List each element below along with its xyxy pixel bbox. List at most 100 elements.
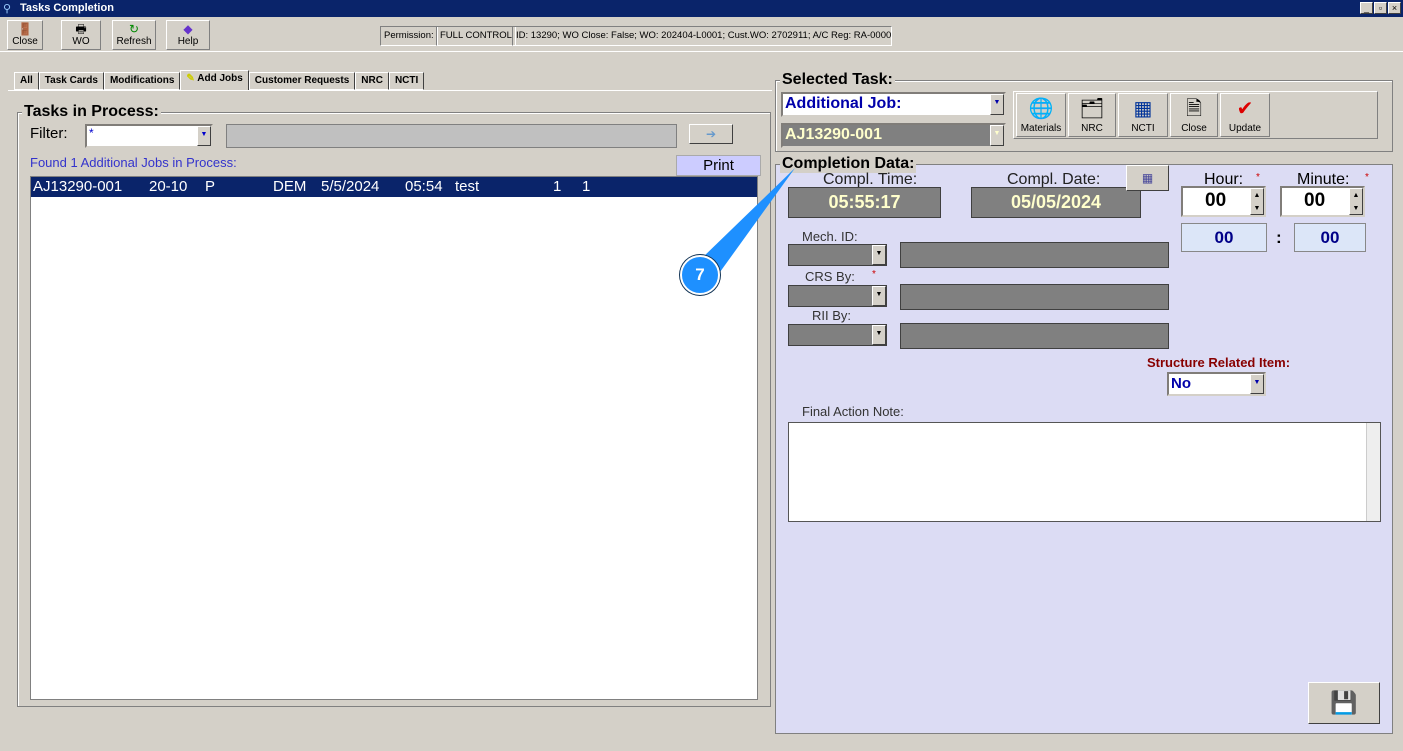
callout-pointer-shape bbox=[700, 168, 795, 272]
row-by: DEM bbox=[273, 178, 307, 195]
close-label: Close bbox=[12, 36, 38, 47]
import-sheet-icon: ▦ bbox=[1133, 98, 1153, 120]
help-book-icon: ◆ bbox=[183, 22, 193, 36]
tab-bar: All Task Cards Modifications ✎ Add Jobs … bbox=[14, 70, 425, 90]
chevron-down-icon[interactable]: ▼ bbox=[197, 126, 211, 146]
minute-required-mark: * bbox=[1365, 172, 1369, 183]
calendar-icon: ▦ bbox=[1141, 171, 1154, 185]
spinner-arrows-icon[interactable]: ▲ ▼ bbox=[1349, 188, 1363, 215]
task-type-combo[interactable]: Additional Job: ▼ bbox=[781, 92, 1006, 117]
structure-related-value: No bbox=[1171, 375, 1191, 392]
note-scrollbar[interactable] bbox=[1366, 423, 1380, 521]
rii-by-combo[interactable]: ▼ bbox=[788, 324, 887, 346]
wo-label: WO bbox=[72, 36, 90, 47]
tasks-list[interactable]: AJ13290-001 20-10 P DEM 5/5/2024 05:54 t… bbox=[30, 176, 758, 700]
update-label: Update bbox=[1228, 123, 1262, 134]
filter-combo[interactable]: * ▼ bbox=[85, 124, 213, 148]
update-button[interactable]: ✔ Update bbox=[1220, 93, 1270, 137]
title-bar: Tasks Completion bbox=[0, 0, 1403, 17]
close-window-button[interactable]: × bbox=[1388, 2, 1401, 14]
status-info: ID: 13290; WO Close: False; WO: 202404-L… bbox=[512, 26, 892, 46]
row-status: P bbox=[205, 178, 216, 195]
folder-docs-icon: 🗂 bbox=[1079, 98, 1105, 120]
rii-name-field bbox=[900, 323, 1169, 349]
clipboard-check-icon: ✔ bbox=[1236, 98, 1254, 120]
chevron-down-icon[interactable]: ▼ bbox=[990, 125, 1004, 146]
tab-add-jobs[interactable]: ✎ Add Jobs bbox=[180, 70, 249, 90]
task-id-combo[interactable]: AJ13290-001 ▼ bbox=[781, 123, 1006, 148]
save-button[interactable]: 💾 bbox=[1308, 682, 1380, 724]
row-id: AJ13290-001 bbox=[33, 178, 123, 195]
floppy-disk-icon: 💾 bbox=[1330, 690, 1358, 715]
tab-all[interactable]: All bbox=[14, 72, 39, 90]
tab-modifications[interactable]: Modifications bbox=[103, 72, 181, 90]
structure-related-combo[interactable]: No ▼ bbox=[1167, 372, 1266, 396]
arrow-right-icon: ➔ bbox=[705, 127, 717, 141]
tab-customer-requests[interactable]: Customer Requests bbox=[248, 72, 356, 90]
chevron-down-icon[interactable]: ▼ bbox=[872, 325, 886, 345]
mech-id-label: Mech. ID: bbox=[802, 229, 858, 244]
hour-value: 00 bbox=[1205, 190, 1227, 211]
window-title: Tasks Completion bbox=[20, 2, 114, 14]
note-icon: ✎ bbox=[186, 73, 195, 84]
filter-text-input[interactable] bbox=[226, 124, 677, 148]
tab-nrc[interactable]: NRC bbox=[355, 72, 389, 90]
materials-label: Materials bbox=[1020, 123, 1062, 134]
compl-time-value: 05:55:17 bbox=[788, 187, 941, 218]
list-item[interactable]: AJ13290-001 20-10 P DEM 5/5/2024 05:54 t… bbox=[31, 177, 757, 197]
tab-ncti[interactable]: NCTI bbox=[388, 72, 425, 90]
structure-related-label: Structure Related Item: bbox=[1147, 355, 1291, 370]
ncti-label: NCTI bbox=[1131, 123, 1155, 134]
row-desc: test bbox=[455, 178, 480, 195]
restore-button[interactable]: ▫ bbox=[1374, 2, 1387, 14]
chevron-down-icon[interactable]: ▼ bbox=[872, 286, 886, 306]
help-button[interactable]: ◆ Help bbox=[166, 20, 210, 50]
hour-spinner[interactable]: 00 ▲ ▼ bbox=[1181, 186, 1266, 217]
callout-badge: 7 bbox=[680, 255, 720, 295]
wo-button[interactable]: 🖶 WO bbox=[61, 20, 101, 50]
go-button[interactable]: ➔ bbox=[689, 124, 733, 144]
refresh-button[interactable]: ↻ Refresh bbox=[112, 20, 156, 50]
close-task-button[interactable]: 🗎 Close bbox=[1170, 93, 1218, 137]
close-doc-icon: 🗎 bbox=[1185, 98, 1203, 120]
row-code: 20-10 bbox=[149, 178, 188, 195]
row-time: 05:54 bbox=[405, 178, 443, 195]
row-count-b: 1 bbox=[582, 178, 591, 195]
minimize-button[interactable]: _ bbox=[1360, 2, 1373, 14]
ncti-button[interactable]: ▦ NCTI bbox=[1118, 93, 1168, 137]
hour-required-mark: * bbox=[1256, 172, 1260, 183]
filter-label: Filter: bbox=[30, 125, 68, 142]
help-label: Help bbox=[177, 36, 199, 47]
task-id-value: AJ13290-001 bbox=[785, 126, 882, 143]
compl-date-value: 05/05/2024 bbox=[971, 187, 1141, 218]
chevron-down-icon[interactable]: ▼ bbox=[1250, 374, 1264, 394]
chevron-down-icon[interactable]: ▼ bbox=[872, 245, 886, 265]
minute-spinner[interactable]: 00 ▲ ▼ bbox=[1280, 186, 1365, 217]
minute-value: 00 bbox=[1304, 190, 1326, 211]
found-count: Found 1 Additional Jobs in Process: bbox=[30, 155, 237, 170]
calendar-button[interactable]: ▦ bbox=[1126, 165, 1169, 191]
crs-name-field bbox=[900, 284, 1169, 310]
crs-by-label: CRS By: bbox=[805, 269, 855, 284]
tab-divider bbox=[8, 90, 772, 91]
final-action-note-input[interactable] bbox=[788, 422, 1381, 522]
printer-icon: 🖶 bbox=[75, 22, 87, 36]
refresh-label: Refresh bbox=[116, 36, 152, 47]
spinner-arrows-icon[interactable]: ▲ ▼ bbox=[1250, 188, 1264, 215]
row-date: 5/5/2024 bbox=[321, 178, 380, 195]
selected-task-title: Selected Task: bbox=[780, 71, 895, 89]
close-task-label: Close bbox=[1181, 123, 1207, 134]
door-exit-icon: 🚪 bbox=[17, 22, 33, 36]
close-button[interactable]: 🚪 Close bbox=[7, 20, 43, 50]
hour-display: 00 bbox=[1181, 223, 1267, 252]
minute-display: 00 bbox=[1294, 223, 1366, 252]
permission-value: FULL CONTROL bbox=[436, 26, 516, 46]
tab-add-jobs-label: Add Jobs bbox=[197, 73, 243, 84]
chevron-down-icon[interactable]: ▼ bbox=[990, 94, 1004, 115]
nrc-button[interactable]: 🗂 NRC bbox=[1068, 93, 1116, 137]
crs-required-mark: * bbox=[872, 269, 876, 280]
nrc-label: NRC bbox=[1081, 123, 1103, 134]
materials-button[interactable]: 🌐 Materials bbox=[1016, 93, 1066, 137]
tab-task-cards[interactable]: Task Cards bbox=[38, 72, 104, 90]
filter-value: * bbox=[89, 126, 94, 140]
